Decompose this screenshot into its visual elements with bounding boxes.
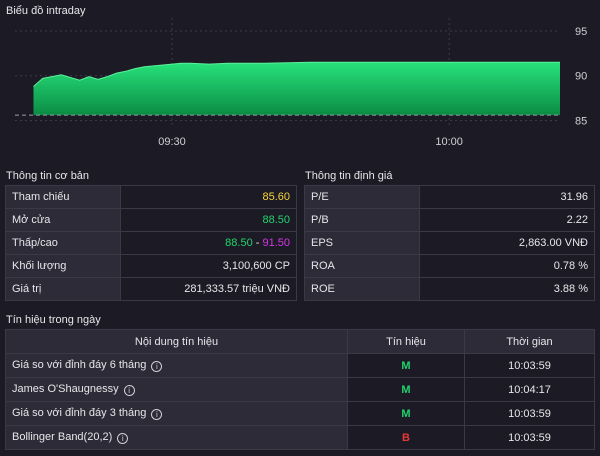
- info-icon[interactable]: i: [117, 433, 129, 444]
- table-row: Giá so với đỉnh đáy 3 tháng i M 10:03:59: [5, 401, 595, 426]
- signal-name: Giá so với đỉnh đáy 6 tháng: [12, 359, 147, 371]
- low-price: 88.50: [225, 237, 253, 249]
- signal-content: Bollinger Band(20,2) i: [5, 425, 348, 450]
- table-header-row: Nội dung tín hiệu Tín hiệu Thời gian: [5, 329, 595, 354]
- signal-value: M: [347, 377, 465, 402]
- row-label: P/B: [304, 208, 420, 232]
- table-row: Khối lượng 3,100,600 CP: [5, 254, 297, 278]
- signal-name: Giá so với đỉnh đáy 3 tháng: [12, 407, 147, 419]
- table-row: Giá trị 281,333.57 triệu VNĐ: [5, 277, 297, 301]
- roe-value: 3.88 %: [419, 277, 595, 301]
- intraday-chart: 85 90 95 09:30 10:00: [15, 18, 587, 148]
- row-label: Giá trị: [5, 277, 121, 301]
- header-time: Thời gian: [464, 329, 595, 354]
- signal-name: Bollinger Band(20,2): [12, 431, 113, 443]
- table-row: Bollinger Band(20,2) i B 10:03:59: [5, 425, 595, 450]
- x-tick-label: 09:30: [158, 136, 186, 148]
- row-label: ROE: [304, 277, 420, 301]
- info-icon[interactable]: i: [123, 385, 135, 396]
- info-icon[interactable]: i: [151, 361, 163, 372]
- signal-name: James O'Shaugnessy: [12, 383, 119, 395]
- high-price: 91.50: [262, 237, 290, 249]
- signal-time: 10:04:17: [464, 377, 595, 402]
- row-label: Mở cửa: [5, 208, 121, 232]
- valuation-table: P/E 31.96 P/B 2.22 EPS 2,863.00 VNĐ ROA …: [304, 185, 595, 301]
- low-high-value: 88.50 - 91.50: [120, 231, 297, 255]
- y-tick-label: 90: [575, 71, 587, 83]
- table-row: Giá so với đỉnh đáy 6 tháng i M 10:03:59: [5, 353, 595, 378]
- table-row: EPS 2,863.00 VNĐ: [304, 231, 595, 255]
- range-separator: -: [252, 237, 263, 249]
- row-label: P/E: [304, 185, 420, 209]
- y-tick-label: 95: [575, 26, 587, 38]
- signal-time: 10:03:59: [464, 353, 595, 378]
- table-row: Thấp/cao 88.50 - 91.50: [5, 231, 297, 255]
- row-label: ROA: [304, 254, 420, 278]
- pe-value: 31.96: [419, 185, 595, 209]
- table-row: Mở cửa 88.50: [5, 208, 297, 232]
- chart-title: Biểu đồ intraday: [6, 5, 86, 17]
- signals-table: Nội dung tín hiệu Tín hiệu Thời gian Giá…: [5, 329, 595, 450]
- open-price-value: 88.50: [120, 208, 297, 232]
- header-content: Nội dung tín hiệu: [5, 329, 348, 354]
- signal-value: M: [347, 353, 465, 378]
- signals-title: Tín hiệu trong ngày: [6, 314, 101, 326]
- table-row: ROA 0.78 %: [304, 254, 595, 278]
- table-row: P/E 31.96: [304, 185, 595, 209]
- row-label: EPS: [304, 231, 420, 255]
- row-label: Thấp/cao: [5, 231, 121, 255]
- table-row: P/B 2.22: [304, 208, 595, 232]
- signal-content: James O'Shaugnessy i: [5, 377, 348, 402]
- table-row: James O'Shaugnessy i M 10:04:17: [5, 377, 595, 402]
- eps-value: 2,863.00 VNĐ: [419, 231, 595, 255]
- basic-info-table: Tham chiếu 85.60 Mở cửa 88.50 Thấp/cao 8…: [5, 185, 297, 301]
- signal-time: 10:03:59: [464, 425, 595, 450]
- volume-value: 3,100,600 CP: [120, 254, 297, 278]
- reference-price-value: 85.60: [120, 185, 297, 209]
- y-tick-label: 85: [575, 116, 587, 128]
- valuation-title: Thông tin định giá: [305, 170, 393, 182]
- value-value: 281,333.57 triệu VNĐ: [120, 277, 297, 301]
- signal-content: Giá so với đỉnh đáy 6 tháng i: [5, 353, 348, 378]
- row-label: Khối lượng: [5, 254, 121, 278]
- signal-value: B: [347, 425, 465, 450]
- header-signal: Tín hiệu: [347, 329, 465, 354]
- table-row: ROE 3.88 %: [304, 277, 595, 301]
- info-icon[interactable]: i: [151, 409, 163, 420]
- row-label: Tham chiếu: [5, 185, 121, 209]
- signal-content: Giá so với đỉnh đáy 3 tháng i: [5, 401, 348, 426]
- table-row: Tham chiếu 85.60: [5, 185, 297, 209]
- basic-info-title: Thông tin cơ bản: [6, 170, 90, 182]
- signal-time: 10:03:59: [464, 401, 595, 426]
- signal-value: M: [347, 401, 465, 426]
- roa-value: 0.78 %: [419, 254, 595, 278]
- x-tick-label: 10:00: [435, 136, 463, 148]
- pb-value: 2.22: [419, 208, 595, 232]
- price-area: [33, 62, 560, 116]
